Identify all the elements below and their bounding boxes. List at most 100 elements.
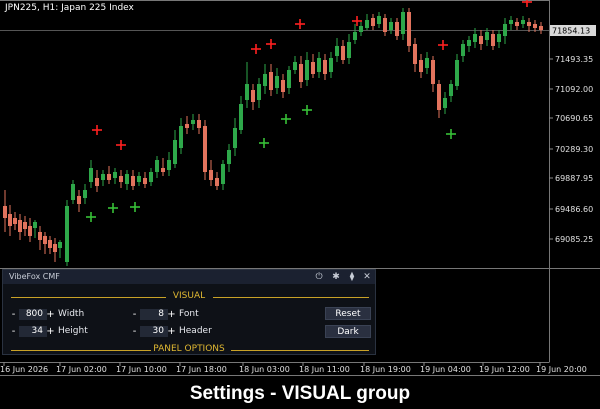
panel-title: VibeFox CMF — [9, 272, 60, 281]
candle-body — [38, 232, 42, 240]
panel-title-bar[interactable]: VibeFox CMF ⏻ ✱ ⧫ ✕ — [3, 270, 375, 284]
time-label: 19 Jun 04:00 — [420, 365, 471, 374]
panel-options-section-header: PANEL OPTIONS — [3, 344, 375, 356]
candle-body — [3, 206, 7, 218]
candle-body — [137, 176, 141, 182]
candle-body — [329, 58, 333, 72]
header-value[interactable]: 30 — [140, 326, 168, 337]
buy-marker — [281, 114, 291, 124]
time-label: 18 Jun 03:00 — [239, 365, 290, 374]
header-increase-button[interactable]: + — [167, 326, 176, 337]
price-label: 70690.65 — [555, 114, 593, 123]
candle-body — [479, 36, 483, 44]
candle-body — [167, 160, 171, 170]
candle-body — [485, 32, 489, 40]
candle-body — [371, 18, 375, 26]
time-label: 17 Jun 18:00 — [176, 365, 227, 374]
height-label: Height — [58, 326, 88, 336]
header-label: Header — [179, 326, 212, 336]
candle-body — [533, 24, 537, 28]
price-label: 70289.30 — [555, 145, 593, 154]
candle-body — [431, 60, 435, 84]
height-value[interactable]: 34 — [19, 326, 47, 337]
candle-body — [521, 20, 525, 24]
candle-body — [443, 98, 447, 108]
candle-body — [359, 26, 363, 32]
candle-body — [455, 60, 459, 86]
candle-body — [95, 178, 99, 186]
candle-body — [539, 26, 543, 30]
price-label: 69486.60 — [555, 205, 593, 214]
candle-body — [48, 240, 52, 248]
candle-body — [239, 104, 243, 130]
candle-body — [335, 46, 339, 56]
candle-body — [377, 16, 381, 24]
power-icon[interactable]: ⏻ — [313, 271, 325, 283]
candle-body — [491, 34, 495, 46]
candle-body — [383, 18, 387, 32]
dark-button[interactable]: Dark — [325, 325, 371, 338]
candle-body — [227, 150, 231, 164]
candle-body — [215, 178, 219, 186]
time-label: 16 Jun 2026 — [0, 365, 48, 374]
font-label: Font — [179, 309, 199, 319]
panel-options-heading: PANEL OPTIONS — [153, 344, 225, 354]
candle-body — [389, 22, 393, 30]
height-increase-button[interactable]: + — [46, 326, 55, 337]
candle-body — [527, 22, 531, 26]
candle-body — [58, 242, 62, 248]
font-increase-button[interactable]: + — [167, 309, 176, 320]
candle-body — [515, 22, 519, 26]
height-decrease-button[interactable]: - — [9, 326, 18, 337]
sell-marker — [92, 125, 102, 135]
candle-body — [467, 40, 471, 46]
candle-body — [89, 168, 93, 182]
candle-body — [317, 58, 321, 72]
candle-body — [221, 164, 225, 184]
price-label: 69887.95 — [555, 174, 593, 183]
time-label: 18 Jun 11:00 — [299, 365, 350, 374]
candle-body — [161, 168, 165, 172]
candle-body — [155, 160, 159, 172]
candle-body — [113, 172, 117, 178]
candle-body — [323, 60, 327, 74]
sell-marker — [295, 19, 305, 29]
reset-button[interactable]: Reset — [325, 307, 371, 320]
width-increase-button[interactable]: + — [46, 309, 55, 320]
candle-body — [149, 172, 153, 182]
candle-body — [401, 12, 405, 34]
close-icon[interactable]: ✕ — [361, 271, 373, 283]
symbol-label: JPN225, H1: Japan 225 Index — [5, 3, 134, 13]
time-label: 19 Jun 12:00 — [479, 365, 530, 374]
candle-body — [437, 84, 441, 110]
candle-body — [263, 74, 267, 86]
candle-body — [497, 34, 501, 42]
width-decrease-button[interactable]: - — [9, 309, 18, 320]
candle-body — [245, 84, 249, 100]
candle-body — [413, 44, 417, 64]
time-label: 19 Jun 20:00 — [536, 365, 587, 374]
candle-body — [425, 58, 429, 68]
candle-body — [347, 42, 351, 58]
font-decrease-button[interactable]: - — [130, 309, 139, 320]
width-label: Width — [58, 309, 85, 319]
candle-body — [293, 62, 297, 70]
pin-icon[interactable]: ⧫ — [346, 271, 358, 283]
candle-body — [77, 196, 81, 204]
candle-body — [353, 32, 357, 40]
width-value[interactable]: 800 — [19, 309, 47, 320]
gear-icon[interactable]: ✱ — [330, 271, 342, 283]
candle-body — [101, 174, 105, 180]
candle-body — [341, 46, 345, 60]
candle-body — [209, 170, 213, 180]
font-value[interactable]: 8 — [140, 309, 168, 320]
sell-marker — [116, 140, 126, 150]
candle-body — [419, 60, 423, 72]
visual-heading: VISUAL — [172, 291, 206, 301]
candle-body — [83, 190, 87, 198]
candle-body — [449, 84, 453, 96]
candle-body — [125, 174, 129, 184]
buy-marker — [130, 202, 140, 212]
header-decrease-button[interactable]: - — [130, 326, 139, 337]
candle-body — [65, 206, 69, 262]
